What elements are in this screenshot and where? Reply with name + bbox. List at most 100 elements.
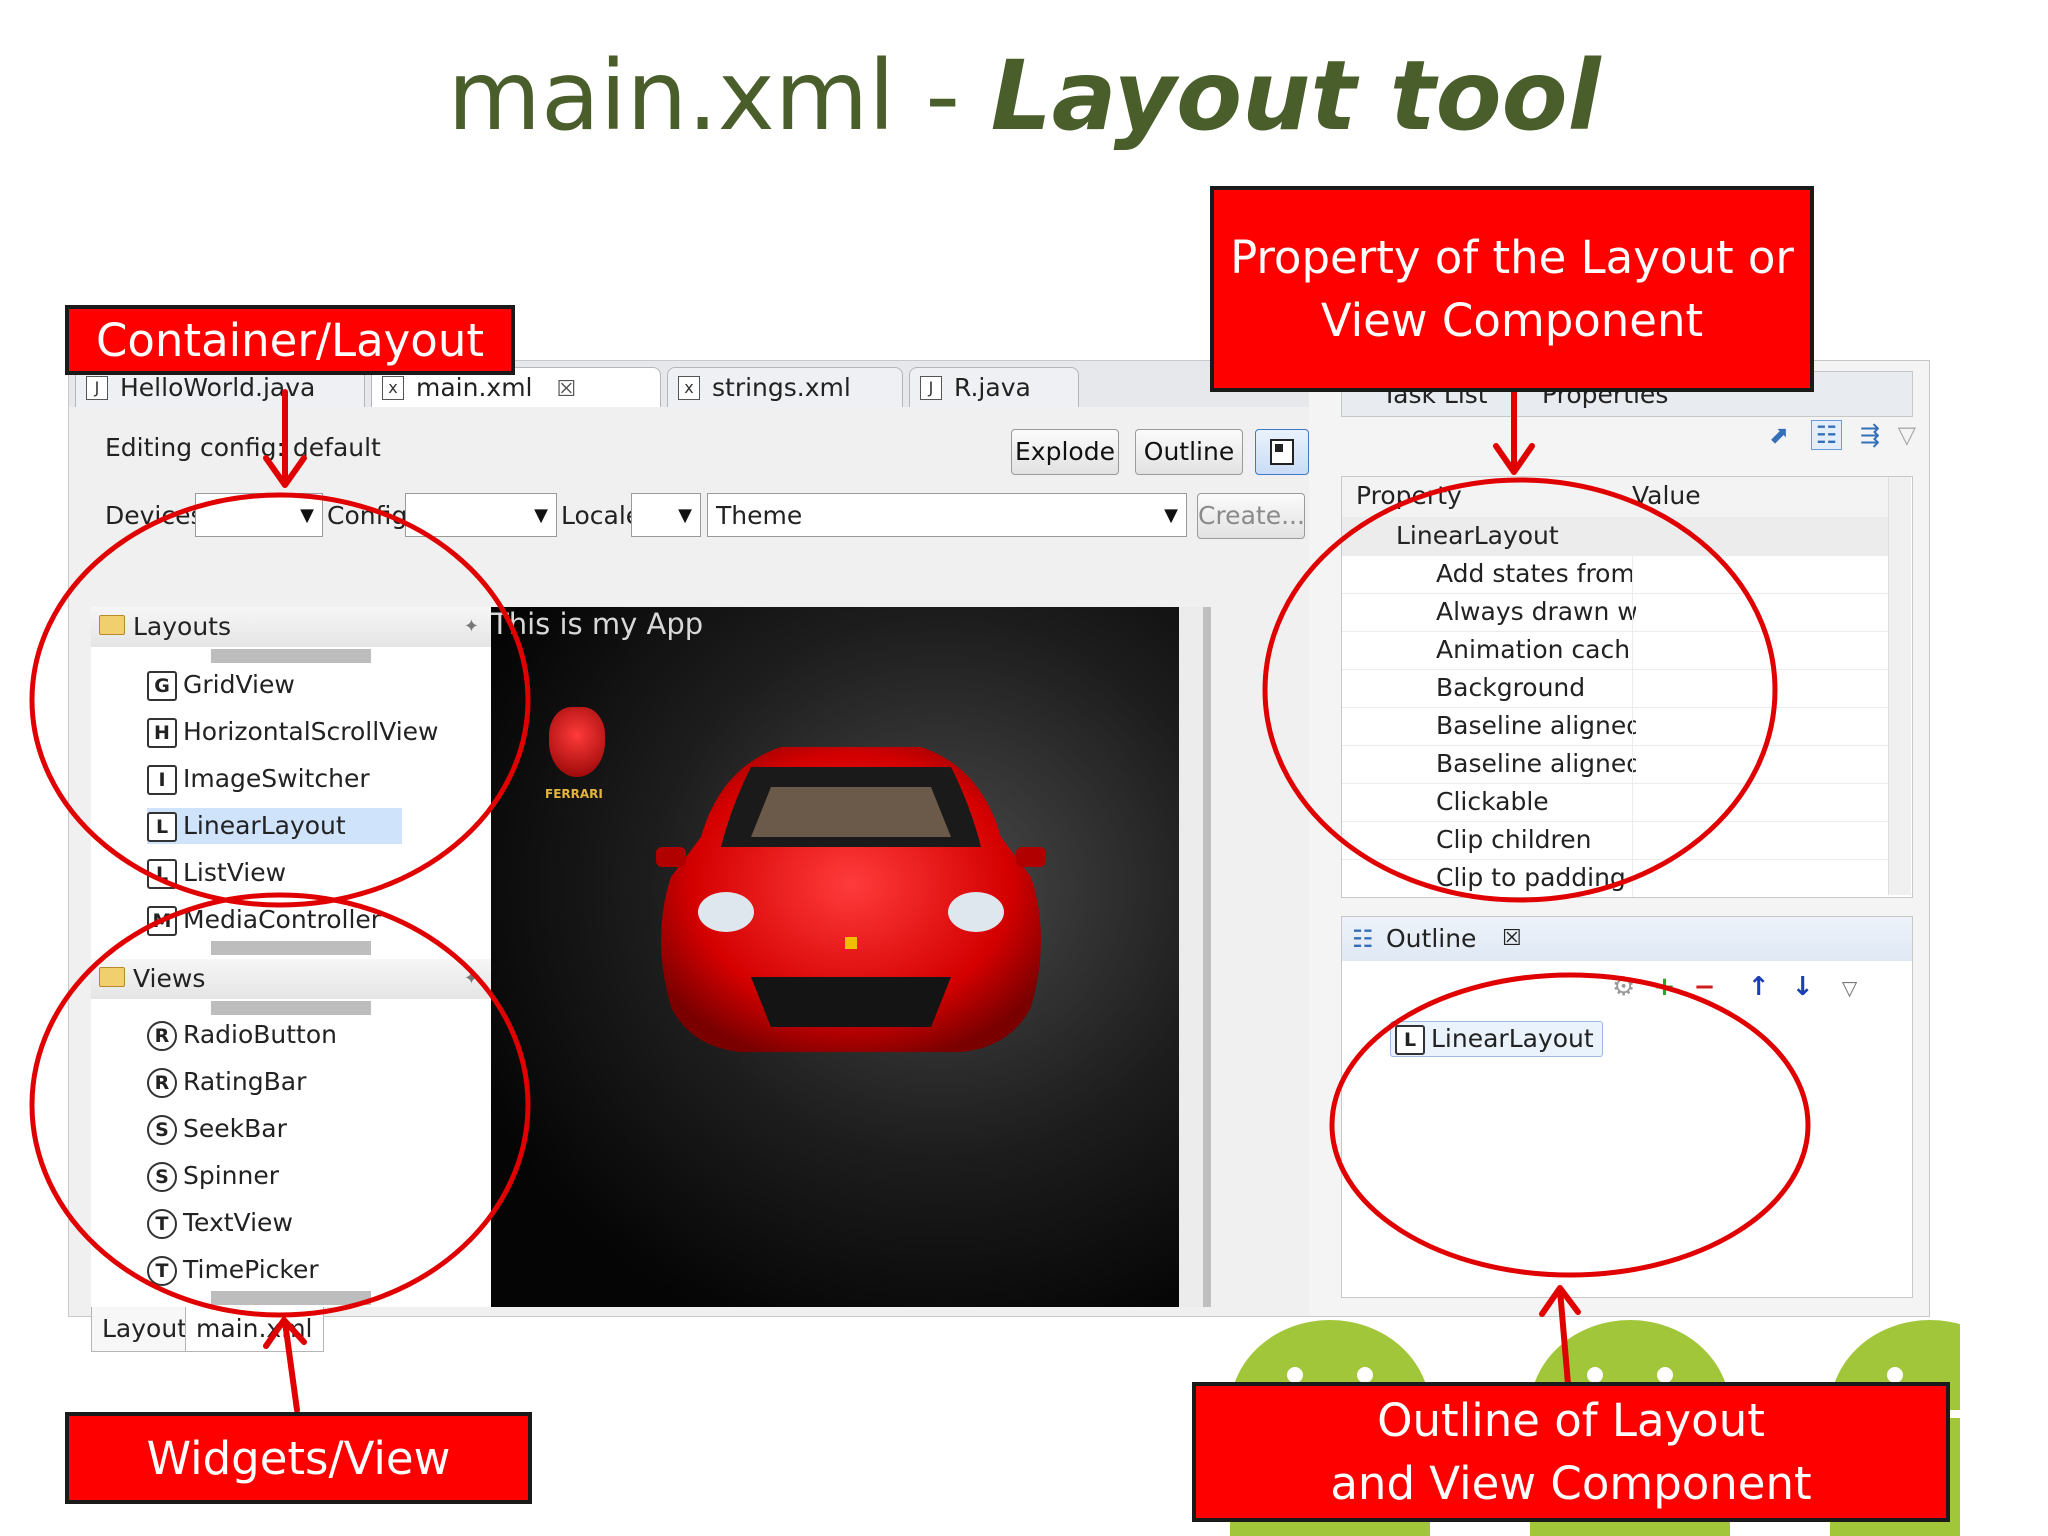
palette-item-label: TextView xyxy=(183,1208,293,1237)
locale-select[interactable]: ▼ xyxy=(631,493,701,537)
listview-icon: L xyxy=(147,859,177,889)
gear-icon[interactable]: ⚙ xyxy=(1612,972,1635,1002)
tab-strings-xml[interactable]: x strings.xml xyxy=(667,367,903,407)
folder-icon xyxy=(99,967,125,987)
filter-icon[interactable]: ⇶ xyxy=(1860,421,1880,449)
palette-item-label: TimePicker xyxy=(183,1255,319,1284)
pin-icon[interactable]: ✦ xyxy=(464,607,479,647)
palette-item-horizontalscrollview[interactable]: H HorizontalScrollView xyxy=(147,714,439,750)
palette-item-radiobutton[interactable]: R RadioButton xyxy=(147,1017,337,1053)
property-row[interactable]: Clickable xyxy=(1342,783,1902,822)
spinner-icon: S xyxy=(147,1162,177,1192)
callout-text: Widgets/View xyxy=(146,1431,451,1485)
title-plain: main.xml - xyxy=(447,40,991,152)
property-value[interactable] xyxy=(1632,859,1883,897)
palette-item-spinner[interactable]: S Spinner xyxy=(147,1158,279,1194)
canvas-scrollbar[interactable] xyxy=(1179,607,1203,1307)
folder-icon xyxy=(99,615,125,635)
tree-view-icon[interactable]: ☷ xyxy=(1810,420,1843,450)
property-value[interactable] xyxy=(1632,631,1883,669)
property-row[interactable]: Add states from xyxy=(1342,555,1902,594)
ferrari-shield-icon xyxy=(549,707,605,777)
pin-icon[interactable]: ✦ xyxy=(464,959,479,999)
properties-scrollbar[interactable] xyxy=(1888,477,1911,895)
tab-r-java[interactable]: J R.java xyxy=(909,367,1079,407)
outline-node-linearlayout[interactable]: L LinearLayout xyxy=(1390,1021,1603,1057)
property-name: Background xyxy=(1436,673,1586,702)
move-down-icon[interactable]: ↓ xyxy=(1792,972,1814,1002)
layouts-category-header[interactable]: Layouts ✦ xyxy=(91,607,491,647)
palette-item-textview[interactable]: T TextView xyxy=(147,1205,293,1241)
devices-select[interactable]: ▼ xyxy=(195,493,323,537)
palette-item-mediacontroller[interactable]: M MediaController xyxy=(147,902,381,938)
property-value[interactable] xyxy=(1632,783,1883,821)
xml-file-icon: x xyxy=(382,376,404,400)
layout-toggle-button[interactable] xyxy=(1255,429,1309,475)
layout-canvas[interactable]: This is my App FERRARI xyxy=(491,607,1211,1307)
export-icon[interactable]: ⬈ xyxy=(1769,421,1789,449)
close-tab-icon[interactable]: ☒ xyxy=(556,377,576,402)
scroll-up-handle[interactable] xyxy=(211,649,371,663)
editing-config-label: Editing config: default xyxy=(105,433,381,462)
property-group-row[interactable]: LinearLayout xyxy=(1342,517,1902,556)
slide-title: main.xml - Layout tool xyxy=(0,40,2048,152)
textview-icon: T xyxy=(147,1209,177,1239)
property-row[interactable]: Always drawn w xyxy=(1342,593,1902,632)
scroll-down-handle[interactable] xyxy=(211,1291,371,1305)
palette-item-seekbar[interactable]: S SeekBar xyxy=(147,1111,287,1147)
palette-item-linearlayout[interactable]: L LinearLayout xyxy=(147,808,402,844)
gridview-icon: G xyxy=(147,671,177,701)
layouts-header-label: Layouts xyxy=(133,612,232,641)
property-value[interactable] xyxy=(1632,707,1883,745)
property-value[interactable] xyxy=(1632,555,1883,593)
property-name: Add states from xyxy=(1436,559,1635,588)
property-row[interactable]: Baseline aligned xyxy=(1342,707,1902,746)
palette-item-label: RadioButton xyxy=(183,1020,337,1049)
property-name: Clip children xyxy=(1436,825,1592,854)
property-value[interactable] xyxy=(1632,669,1883,707)
create-button[interactable]: Create... xyxy=(1197,493,1305,539)
palette-item-label: SeekBar xyxy=(183,1114,287,1143)
property-row[interactable]: Clip children xyxy=(1342,821,1902,860)
imageswitcher-icon: I xyxy=(147,765,177,795)
move-up-icon[interactable]: ↑ xyxy=(1748,972,1770,1002)
property-row[interactable]: Clip to padding xyxy=(1342,859,1902,897)
palette-item-timepicker[interactable]: T TimePicker xyxy=(147,1252,319,1288)
scroll-down-handle[interactable] xyxy=(211,941,371,955)
outline-button[interactable]: Outline xyxy=(1135,429,1243,475)
palette-item-ratingbar[interactable]: R RatingBar xyxy=(147,1064,306,1100)
property-row[interactable]: Animation cach xyxy=(1342,631,1902,670)
scroll-up-handle[interactable] xyxy=(211,1001,371,1015)
palette-item-listview[interactable]: L ListView xyxy=(147,855,286,891)
tab-layout[interactable]: Layout xyxy=(91,1307,198,1352)
devices-label: Devices xyxy=(105,501,204,530)
property-row[interactable]: Baseline aligned xyxy=(1342,745,1902,784)
device-screen-preview[interactable]: This is my App FERRARI xyxy=(491,607,1181,1307)
timepicker-icon: T xyxy=(147,1256,177,1286)
callout-text-line1: Outline of Layout xyxy=(1377,1394,1765,1447)
property-row[interactable]: Background xyxy=(1342,669,1902,708)
palette-item-gridview[interactable]: G GridView xyxy=(147,667,295,703)
callout-widgets-view: Widgets/View xyxy=(65,1412,532,1504)
theme-select[interactable]: Theme ▼ xyxy=(707,493,1187,537)
outline-node-label: LinearLayout xyxy=(1431,1024,1594,1053)
palette-item-imageswitcher[interactable]: I ImageSwitcher xyxy=(147,761,370,797)
property-value[interactable] xyxy=(1632,821,1883,859)
title-emphasis: Layout tool xyxy=(990,40,1601,152)
tab-label: strings.xml xyxy=(712,373,851,402)
close-outline-icon[interactable]: ☒ xyxy=(1502,917,1522,961)
views-category-header[interactable]: Views ✦ xyxy=(91,959,491,999)
menu-chevron-icon[interactable]: ▽ xyxy=(1898,421,1916,449)
explode-button[interactable]: Explode xyxy=(1011,429,1119,475)
property-value[interactable] xyxy=(1632,745,1883,783)
property-value[interactable] xyxy=(1632,593,1883,631)
add-icon[interactable]: + xyxy=(1654,972,1676,1002)
editor-bottom-tabs: Layout main.xml xyxy=(91,1307,491,1352)
seekbar-icon: S xyxy=(147,1115,177,1145)
linearlayout-icon: L xyxy=(1395,1025,1425,1055)
menu-chevron-icon[interactable]: ▽ xyxy=(1842,976,1857,1000)
config-select[interactable]: ▼ xyxy=(405,493,557,537)
palette-item-label: GridView xyxy=(183,670,295,699)
remove-icon[interactable]: − xyxy=(1694,972,1716,1002)
tab-main-xml-source[interactable]: main.xml xyxy=(185,1307,324,1352)
